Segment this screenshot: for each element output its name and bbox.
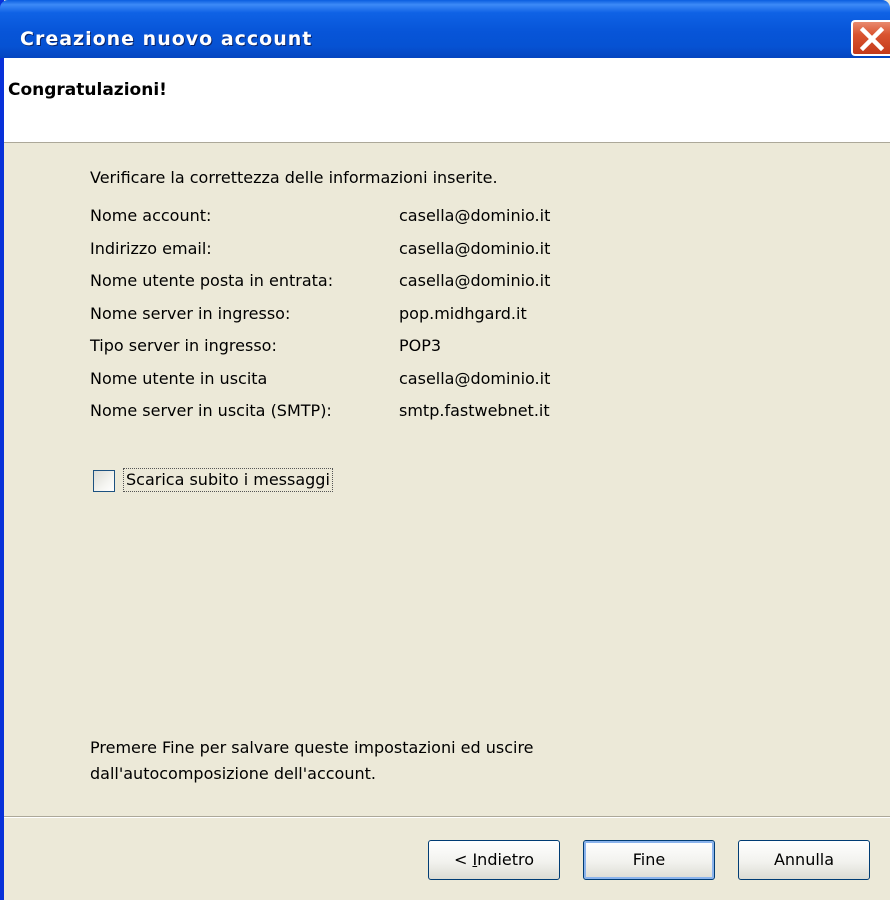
page-title: Congratulazioni! [8, 80, 167, 100]
row-label: Nome account: [90, 206, 212, 225]
download-now-checkbox[interactable] [93, 470, 115, 492]
finish-button[interactable]: Fine [583, 840, 715, 880]
row-value: casella@dominio.it [399, 238, 551, 258]
row-value: casella@dominio.it [399, 368, 551, 388]
row-value: smtp.fastwebnet.it [399, 401, 550, 420]
row-label: Tipo server in ingresso: [90, 336, 277, 355]
wizard-window: Creazione nuovo account Congratulazioni!… [0, 0, 890, 900]
back-button-rest: ndietro [477, 850, 535, 869]
download-now-option[interactable]: Scarica subito i messaggi [93, 468, 383, 494]
close-icon [859, 27, 885, 51]
row-label: Nome server in uscita (SMTP): [90, 401, 332, 420]
row-label: Nome utente in uscita [90, 368, 268, 388]
download-now-label[interactable]: Scarica subito i messaggi [123, 468, 333, 492]
row-value: casella@dominio.it [399, 271, 551, 290]
window-title: Creazione nuovo account [20, 28, 313, 50]
row-label: Nome server in ingresso: [90, 303, 291, 323]
cancel-button[interactable]: Annulla [738, 840, 870, 880]
header-panel: Congratulazioni! [4, 58, 890, 143]
intro-text: Verificare la correttezza delle informaz… [90, 168, 498, 187]
row-value: pop.midhgard.it [399, 303, 527, 323]
finish-instructions-line-1: Premere Fine per salvare queste impostaz… [90, 738, 534, 757]
button-separator [4, 816, 890, 818]
close-button[interactable] [851, 20, 890, 56]
finish-instructions-line-2: dall'autocomposizione dell'account. [90, 764, 376, 783]
row-value: casella@dominio.it [399, 206, 551, 225]
row-label: Nome utente posta in entrata: [90, 271, 334, 290]
title-bar[interactable]: Creazione nuovo account [0, 0, 890, 58]
back-button-prefix: < [453, 850, 473, 869]
back-button[interactable]: < Indietro [428, 840, 560, 880]
row-value: POP3 [399, 336, 442, 355]
row-label: Indirizzo email: [90, 238, 212, 258]
finish-instructions: Premere Fine per salvare queste impostaz… [90, 735, 790, 787]
